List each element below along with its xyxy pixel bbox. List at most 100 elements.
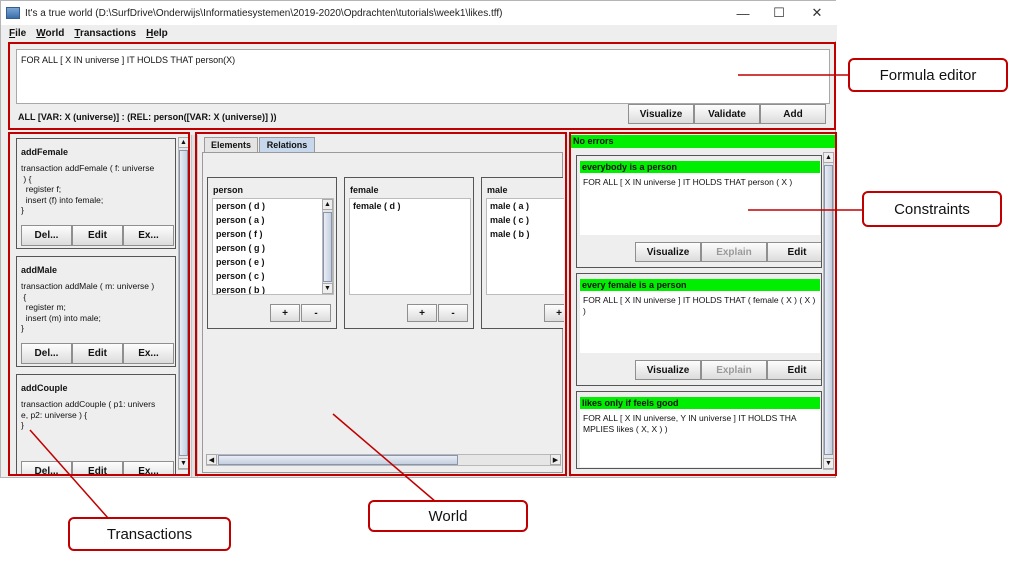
split-pane-divider[interactable] (191, 135, 198, 477)
transaction-name: addMale (21, 265, 58, 275)
constraint-name: every female is a person (580, 279, 820, 291)
add-tuple-button[interactable]: + (270, 304, 300, 322)
constraints-callout: Constraints (862, 191, 1002, 227)
relation-tuple-list[interactable]: male ( a ) male ( c ) male ( b ) (486, 198, 564, 295)
transactions-callout: Transactions (68, 517, 231, 551)
formula-input[interactable]: FOR ALL [ X IN universe ] IT HOLDS THAT … (16, 49, 830, 104)
transactions-panel: addFemale transaction addFemale ( f: uni… (12, 135, 190, 475)
menu-transactions[interactable]: Transactions (74, 28, 136, 39)
transaction-card: addMale transaction addMale ( m: univers… (16, 256, 176, 367)
visualize-constraint-button[interactable]: Visualize (635, 242, 701, 262)
execute-transaction-button[interactable]: Ex... (123, 225, 174, 246)
transaction-code: transaction addMale ( m: universe ) { re… (21, 281, 155, 333)
transaction-card: addFemale transaction addFemale ( f: uni… (16, 138, 176, 249)
list-item[interactable]: person ( e ) (213, 255, 333, 269)
menu-file[interactable]: File (9, 28, 26, 39)
constraint-name: likes only if feels good (580, 397, 820, 409)
constraint-card: everybody is a person FOR ALL [ X IN uni… (576, 155, 822, 268)
relation-name: female (350, 185, 379, 195)
edit-transaction-button[interactable]: Edit (72, 343, 123, 364)
constraint-card: every female is a person FOR ALL [ X IN … (576, 273, 822, 386)
add-tuple-button[interactable]: + (407, 304, 437, 322)
relation-box-female: female female ( d ) + - (344, 177, 474, 329)
formula-editor-callout: Formula editor (848, 58, 1008, 92)
execute-transaction-button[interactable]: Ex... (123, 343, 174, 364)
execute-transaction-button[interactable]: Ex... (123, 461, 174, 475)
transaction-name: addCouple (21, 383, 68, 393)
scroll-up-arrow-icon[interactable]: ▲ (322, 199, 333, 210)
menu-bar: File World Transactions Help (1, 25, 837, 41)
add-formula-button[interactable]: Add (760, 104, 826, 124)
delete-transaction-button[interactable]: Del... (21, 225, 72, 246)
menu-help[interactable]: Help (146, 28, 168, 39)
scroll-down-arrow-icon[interactable]: ▼ (322, 283, 333, 294)
transaction-name: addFemale (21, 147, 69, 157)
explain-constraint-button: Explain (701, 360, 767, 380)
list-item[interactable]: person ( g ) (213, 241, 333, 255)
explain-constraint-button: Explain (701, 242, 767, 262)
transactions-scrollbar[interactable]: ▲ ▼ (178, 137, 189, 470)
scrollbar-thumb[interactable] (323, 212, 332, 282)
minimize-button[interactable]: — (725, 1, 761, 25)
remove-tuple-button[interactable]: - (301, 304, 331, 322)
formula-editor: FOR ALL [ X IN universe ] IT HOLDS THAT … (12, 45, 834, 127)
scroll-left-arrow-icon[interactable]: ◀ (206, 454, 217, 465)
transaction-code: transaction addCouple ( p1: univers e, p… (21, 399, 156, 430)
edit-constraint-button[interactable]: Edit (767, 242, 821, 262)
constraints-scrollbar[interactable]: ▲ ▼ (823, 152, 834, 470)
window-title: It's a true world (D:\SurfDrive\Onderwij… (25, 7, 503, 19)
list-item[interactable]: male ( c ) (487, 213, 564, 227)
relation-box-male: male male ( a ) male ( c ) male ( b ) + (481, 177, 564, 329)
list-item[interactable]: person ( a ) (213, 213, 333, 227)
list-item[interactable]: male ( b ) (487, 227, 564, 241)
edit-transaction-button[interactable]: Edit (72, 225, 123, 246)
list-item[interactable]: person ( b ) (213, 283, 333, 294)
list-item[interactable]: person ( d ) (213, 199, 333, 213)
list-item[interactable]: female ( d ) (350, 199, 470, 213)
relation-tuple-list[interactable]: female ( d ) (349, 198, 471, 295)
edit-constraint-button[interactable]: Edit (767, 360, 821, 380)
constraints-status-bar: No errors (571, 135, 836, 148)
java-app-icon (6, 7, 20, 19)
list-item[interactable]: person ( c ) (213, 269, 333, 283)
delete-transaction-button[interactable]: Del... (21, 461, 72, 475)
tab-elements[interactable]: Elements (204, 137, 258, 152)
world-horizontal-scrollbar[interactable]: ◀ ▶ (206, 454, 561, 466)
constraint-formula: FOR ALL [ X IN universe ] IT HOLDS THAT … (580, 291, 820, 353)
menu-world[interactable]: World (36, 28, 64, 39)
relation-tuple-list[interactable]: person ( d ) person ( a ) person ( f ) p… (212, 198, 334, 295)
constraint-card: likes only if feels good FOR ALL [ X IN … (576, 391, 822, 469)
world-callout: World (368, 500, 528, 532)
title-bar: It's a true world (D:\SurfDrive\Onderwij… (1, 1, 837, 25)
visualize-formula-button[interactable]: Visualize (628, 104, 694, 124)
list-item[interactable]: person ( f ) (213, 227, 333, 241)
maximize-button[interactable]: ☐ (761, 1, 797, 25)
scroll-up-arrow-icon[interactable]: ▲ (823, 152, 834, 163)
tab-relations[interactable]: Relations (259, 137, 315, 152)
constraints-panel: No errors everybody is a person FOR ALL … (571, 135, 836, 475)
scroll-down-arrow-icon[interactable]: ▼ (178, 458, 189, 469)
scroll-up-arrow-icon[interactable]: ▲ (178, 137, 189, 148)
delete-transaction-button[interactable]: Del... (21, 343, 72, 364)
relation-name: male (487, 185, 508, 195)
close-button[interactable]: ✕ (799, 1, 835, 25)
relation-box-person: person person ( d ) person ( a ) person … (207, 177, 337, 329)
scrollbar-thumb[interactable] (218, 455, 458, 465)
constraint-formula: FOR ALL [ X IN universe ] IT HOLDS THAT … (580, 173, 820, 235)
scrollbar-thumb[interactable] (179, 150, 188, 456)
relation-list-scrollbar[interactable]: ▲ ▼ (322, 199, 333, 294)
list-item[interactable]: male ( a ) (487, 199, 564, 213)
transaction-code: transaction addFemale ( f: universe ) { … (21, 163, 155, 215)
formula-parse-output: ALL [VAR: X (universe)] : (REL: person([… (18, 112, 277, 122)
remove-tuple-button[interactable]: - (438, 304, 468, 322)
relations-view: person person ( d ) person ( a ) person … (202, 152, 564, 473)
scroll-down-arrow-icon[interactable]: ▼ (823, 458, 834, 469)
validate-formula-button[interactable]: Validate (694, 104, 760, 124)
visualize-constraint-button[interactable]: Visualize (635, 360, 701, 380)
scrollbar-thumb[interactable] (824, 165, 833, 455)
edit-transaction-button[interactable]: Edit (72, 461, 123, 475)
world-panel: Elements Relations person person ( d ) p… (199, 135, 566, 475)
add-tuple-button[interactable]: + (544, 304, 564, 322)
scroll-right-arrow-icon[interactable]: ▶ (550, 454, 561, 465)
constraint-formula: FOR ALL [ X IN universe, Y IN universe ]… (580, 409, 820, 467)
